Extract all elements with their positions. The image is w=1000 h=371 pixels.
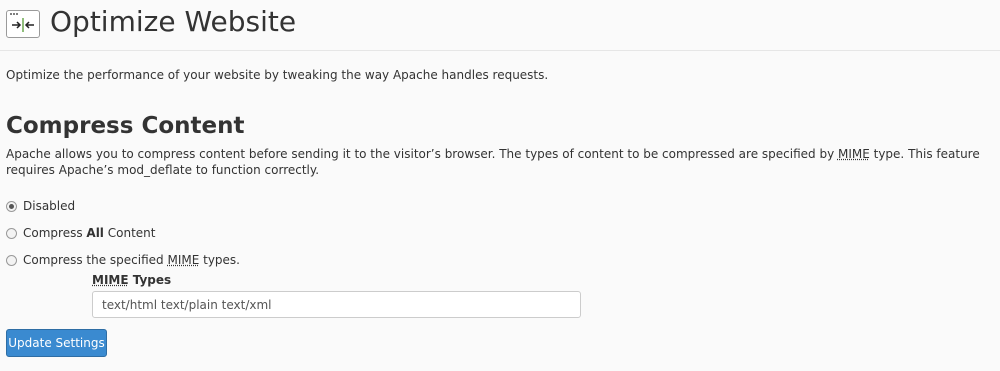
option-compress-all[interactable]: Compress All Content xyxy=(6,225,155,241)
label-bold: All xyxy=(86,226,104,240)
option-compress-specified-label: Compress the specified MIME types. xyxy=(23,252,240,268)
option-compress-all-label: Compress All Content xyxy=(23,225,155,241)
desc-before: Apache allows you to compress content be… xyxy=(6,147,838,161)
section-title: Compress Content xyxy=(6,113,245,139)
intro-text: Optimize the performance of your website… xyxy=(6,68,549,82)
radio-compress-all[interactable] xyxy=(6,227,17,239)
update-settings-button[interactable]: Update Settings xyxy=(6,329,107,357)
label-prefix: Compress xyxy=(23,226,87,240)
label-prefix: Compress the specified xyxy=(23,253,168,267)
label-suffix: Content xyxy=(103,226,156,240)
label-rest: Types xyxy=(128,273,172,287)
radio-disabled[interactable] xyxy=(6,200,17,212)
mime-abbr: MIME xyxy=(837,147,870,161)
option-disabled[interactable]: Disabled xyxy=(6,198,75,214)
section-description: Apache allows you to compress content be… xyxy=(6,146,996,178)
mime-abbr: MIME xyxy=(167,253,200,267)
mime-types-label: MIME Types xyxy=(92,272,171,288)
label-suffix: types. xyxy=(199,253,240,267)
mime-abbr: MIME xyxy=(92,273,129,287)
mime-types-input[interactable] xyxy=(92,291,581,318)
option-compress-specified[interactable]: Compress the specified MIME types. xyxy=(6,252,240,268)
page-header: Optimize Website xyxy=(0,0,1000,51)
radio-compress-specified[interactable] xyxy=(6,254,17,266)
compress-arrows-icon xyxy=(6,10,40,38)
page-title: Optimize Website xyxy=(50,5,297,38)
option-disabled-label: Disabled xyxy=(23,199,76,213)
